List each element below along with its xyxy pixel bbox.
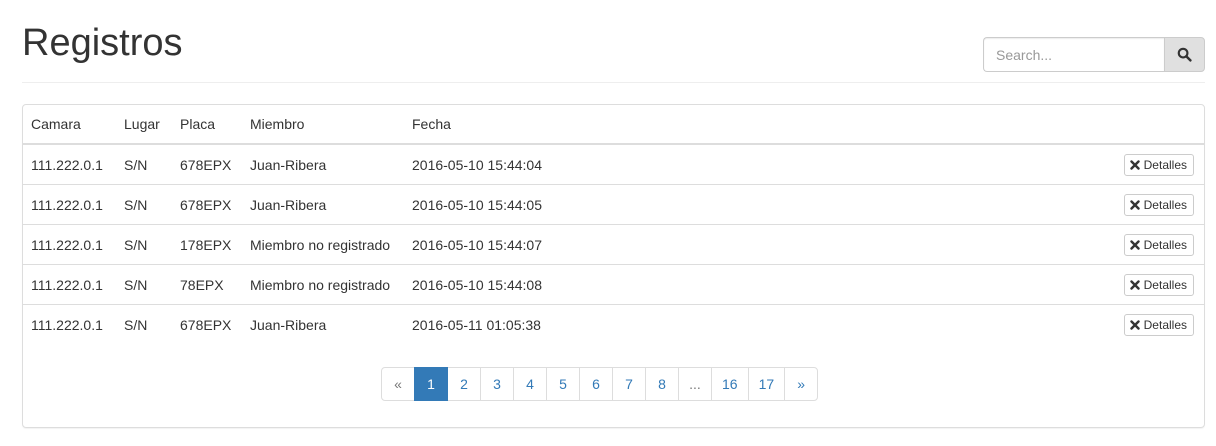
details-button[interactable]: Detalles [1123, 193, 1194, 216]
cell-actions: Detalles [902, 264, 1204, 305]
table-row: 111.222.0.1 S/N 78EPX Miembro no registrado… [23, 264, 1204, 305]
cell-actions: Detalles [902, 224, 1204, 265]
cell-miembro: Juan-Ribera [250, 156, 327, 173]
cell-camara: 111.222.0.1 [31, 156, 103, 173]
pagination-page-8[interactable]: 8 [645, 367, 679, 401]
details-label: Detalles [1143, 157, 1187, 172]
cell-actions: Detalles [902, 184, 1204, 225]
pagination: «1 2 3 4 5 6 7 8... 16 17» [381, 367, 819, 401]
pagination-prev[interactable]: « [381, 367, 415, 401]
details-label: Detalles [1143, 277, 1187, 292]
cell-lugar: S/N [116, 224, 172, 265]
cell-miembro: Miembro no registrado [242, 264, 404, 305]
pagination-page-4[interactable]: 4 [513, 367, 547, 401]
close-icon [1129, 199, 1140, 210]
pagination-next[interactable]: » [784, 367, 819, 401]
cell-camara: 111.222.0.1 [23, 184, 116, 225]
cell-placa: 678EPX [172, 184, 242, 225]
cell-placa: 178EPX [172, 224, 242, 265]
cell-lugar: S/N [116, 264, 172, 305]
pagination-ellipsis[interactable]: ... [678, 367, 712, 401]
pagination-page-2[interactable]: 2 [447, 367, 481, 401]
close-icon [1129, 159, 1140, 170]
cell-fecha: 2016-05-11 01:05:38 [404, 304, 903, 344]
cell-actions: Detalles [902, 144, 1204, 185]
records-panel: Camara Lugar Placa Miembro Fecha 111.222… [22, 104, 1205, 428]
table-row: 111.222.0.1 S/N 178EPX Miembro no registrad… [23, 224, 1204, 265]
cell-fecha: 2016-05-10 15:44:05 [404, 184, 903, 225]
table-header-row: Camara Lugar Placa Miembro Fecha [23, 105, 1204, 145]
search-button[interactable] [1164, 37, 1205, 72]
cell-camara: 111.222.0.1 [23, 264, 116, 305]
details-label: Detalles [1143, 197, 1187, 212]
pagination-page-16[interactable]: 16 [711, 367, 749, 401]
pagination-page-6[interactable]: 6 [579, 367, 613, 401]
cell-camara: 111.222.0.1 [23, 304, 116, 344]
details-button[interactable]: Detalles [1123, 273, 1194, 296]
details-button[interactable]: Detalles [1123, 233, 1194, 256]
column-header-placa: Placa [172, 105, 242, 145]
pagination-page-5[interactable]: 5 [546, 367, 580, 401]
close-icon [1129, 319, 1140, 330]
cell-miembro: Juan-Ribera [242, 184, 404, 225]
details-label: Detalles [1143, 237, 1187, 252]
column-header-lugar: Lugar [116, 105, 172, 145]
cell-fecha: 2016-05-10 15:44:07 [404, 224, 903, 265]
details-button[interactable]: Detalles [1123, 153, 1194, 176]
search-input[interactable] [983, 37, 1164, 72]
column-header-fecha: Fecha [404, 105, 903, 145]
close-icon [1129, 239, 1140, 250]
pagination-page-7[interactable]: 7 [612, 367, 646, 401]
cell-fecha: 2016-05-10 15:44:08 [404, 264, 903, 305]
column-header-camara: Camara [23, 105, 116, 145]
records-table: Camara Lugar Placa Miembro Fecha 111.222… [23, 105, 1204, 344]
table-row: 111.222.0.1 S/N 678EPX Juan-Ribera 2016-05-1… [23, 144, 1204, 185]
table-row: 111.222.0.1 S/N 678EPX Juan-Ribera 2016-05-1… [23, 304, 1204, 344]
column-header-actions [902, 105, 1204, 145]
pagination-page-17[interactable]: 17 [747, 367, 786, 401]
details-button[interactable]: Detalles [1123, 313, 1194, 336]
search-group [983, 37, 1205, 72]
header-divider [22, 82, 1205, 83]
details-label: Detalles [1143, 317, 1187, 332]
search-icon [1177, 47, 1192, 62]
cell-miembro: Miembro no registrado [242, 224, 404, 265]
table-row: 111.222.0.1 S/N 678EPX Juan-Ribera 2016-05-1… [23, 184, 1204, 225]
cell-placa: 678EPX [172, 304, 242, 344]
cell-lugar: S/N [116, 304, 172, 344]
pagination-page-1[interactable]: 1 [414, 367, 448, 401]
cell-actions: Detalles [902, 304, 1204, 344]
cell-placa: 678EPX [180, 156, 232, 173]
cell-camara: 111.222.0.1 [23, 224, 116, 265]
cell-placa: 78EPX [172, 264, 242, 305]
cell-fecha: 2016-05-10 15:44:04 [412, 156, 542, 173]
cell-miembro: Juan-Ribera [242, 304, 404, 344]
cell-lugar: S/N [116, 184, 172, 225]
cell-lugar: S/N [124, 156, 148, 173]
page-title: Registros [22, 22, 183, 64]
pagination-page-3[interactable]: 3 [480, 367, 514, 401]
close-icon [1129, 279, 1140, 290]
column-header-miembro: Miembro [242, 105, 404, 145]
